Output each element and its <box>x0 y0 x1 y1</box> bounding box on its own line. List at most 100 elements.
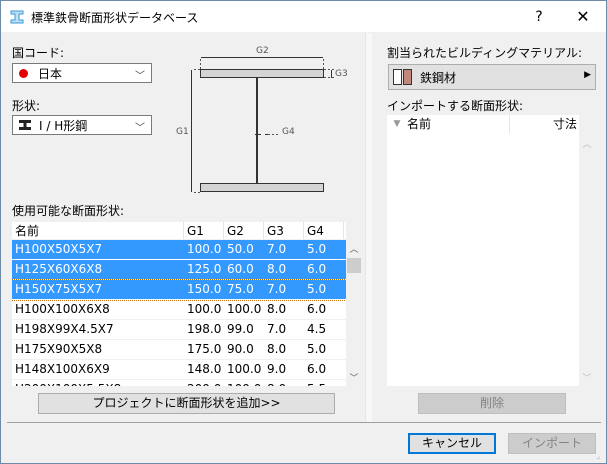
window-title: 標準鉄骨断面形状データベース <box>31 11 199 25</box>
import-sections-list: ▼ 名前 寸法 <box>387 115 579 386</box>
table-cell: H100X100X6X8 <box>15 302 110 316</box>
shape-value: I / H形鋼 <box>39 118 88 133</box>
material-label: 割当られたビルディングマテリアル: <box>387 46 583 60</box>
table-cell: 8.0 <box>267 302 287 316</box>
country-label: 国コード: <box>12 46 65 60</box>
table-cell: 100.0 <box>187 242 222 256</box>
table-row[interactable]: H200X100X5.5X8200.0100.08.05.5 <box>12 380 346 386</box>
scroll-thumb[interactable] <box>347 258 361 273</box>
table-cell: 100.0 <box>227 302 262 316</box>
import-button[interactable]: インポート <box>508 433 596 454</box>
add-to-project-button[interactable]: プロジェクトに断面形状を追加>> <box>38 393 335 414</box>
chevron-down-icon: ﹀ <box>135 123 145 134</box>
column-header[interactable]: G2 <box>224 222 264 239</box>
table-cell: 7.0 <box>267 282 287 296</box>
table-row[interactable]: H148X100X6X9 148.0 100.0 9.0 6.0 <box>12 360 346 380</box>
table-cell: H148X100X6X9 <box>15 362 110 376</box>
g3-label: G3 <box>335 69 348 79</box>
import-list-scrollbar[interactable]: ︿ ﹀ <box>579 133 595 386</box>
table-cell: H150X75X5X7 <box>15 282 103 296</box>
delete-button[interactable]: 削除 <box>418 393 566 414</box>
title-bar: 標準鉄骨断面形状データベース ? ✕ <box>1 1 606 32</box>
table-cell: 148.0 <box>187 362 222 376</box>
table-scrollbar[interactable]: ︿ ﹀ <box>346 240 362 386</box>
table-cell: H200X100X5.5X8 <box>12 380 184 386</box>
close-button[interactable]: ✕ <box>569 5 597 29</box>
chevron-down-icon: ﹀ <box>135 71 145 82</box>
resize-grip-icon[interactable]: ⣠ <box>596 453 600 460</box>
column-header[interactable]: 名前 <box>12 222 184 239</box>
shape-label: 形状: <box>12 99 41 113</box>
table-cell: 6.0 <box>307 302 327 316</box>
table-cell: 99.0 <box>227 322 254 336</box>
column-header[interactable]: G1 <box>184 222 224 239</box>
available-sections-table: 名前 G1 G2 G3 G4 H100X50X5X7 100.0 50.0 7.0 5.… <box>12 222 346 386</box>
table-row[interactable]: H100X100X6X8 100.0 100.0 8.0 6.0 <box>12 300 346 320</box>
table-cell: 90.0 <box>227 342 254 356</box>
g1-label: G1 <box>176 127 189 137</box>
table-row[interactable]: H100X50X5X7 100.0 50.0 7.0 5.0 <box>12 240 346 260</box>
table-cell: 5.5 <box>304 380 344 386</box>
section-diagram: G2 G3 G1 G4 <box>176 46 348 193</box>
table-cell: 100.0 <box>187 302 222 316</box>
table-row[interactable]: H125X60X6X8 125.0 60.0 8.0 6.0 <box>12 260 346 280</box>
table-cell: 175.0 <box>187 342 222 356</box>
column-header[interactable]: G3 <box>264 222 304 239</box>
table-cell: 9.0 <box>267 362 287 376</box>
table-cell: 7.0 <box>267 322 287 336</box>
table-cell: 7.0 <box>267 242 287 256</box>
table-cell: H175X90X5X8 <box>15 342 103 356</box>
material-picker[interactable]: 鉄鋼材 ▶ <box>388 64 596 90</box>
table-row[interactable]: H175X90X5X8 175.0 90.0 8.0 5.0 <box>12 340 346 360</box>
i-beam-icon <box>10 10 24 24</box>
dialog-window: 標準鉄骨断面形状データベース ? ✕ 国コード: 日本 ﹀ 形状: I / H形… <box>0 0 607 464</box>
column-header[interactable]: 寸法 <box>510 115 579 133</box>
table-header: 名前 G1 G2 G3 G4 <box>12 222 346 240</box>
table-row[interactable]: H150X75X5X7 150.0 75.0 7.0 5.0 <box>12 279 346 301</box>
flag-icon <box>19 68 28 78</box>
table-cell: 50.0 <box>227 242 254 256</box>
table-cell: 75.0 <box>227 282 254 296</box>
table-cell: 150.0 <box>187 282 222 296</box>
country-value: 日本 <box>38 66 63 81</box>
cancel-button[interactable]: キャンセル <box>408 433 496 454</box>
table-cell: 6.0 <box>307 262 327 276</box>
scroll-down-icon[interactable]: ﹀ <box>346 371 362 384</box>
table-cell: 5.0 <box>307 282 327 296</box>
material-swatch-icon <box>393 69 402 85</box>
scroll-up-icon[interactable]: ︿ <box>579 137 595 150</box>
table-cell: 4.5 <box>307 322 327 336</box>
table-cell: H100X50X5X7 <box>15 242 103 256</box>
table-cell: 100.0 <box>224 380 264 386</box>
table-cell: 8.0 <box>267 342 287 356</box>
table-cell: 5.0 <box>307 342 327 356</box>
country-dropdown[interactable]: 日本 ﹀ <box>12 63 152 83</box>
scroll-down-icon[interactable]: ﹀ <box>579 371 595 384</box>
available-label: 使用可能な断面形状: <box>12 204 125 218</box>
table-cell: H125X60X6X8 <box>15 262 103 276</box>
triangle-right-icon: ▶ <box>584 70 591 80</box>
table-cell: 198.0 <box>187 322 222 336</box>
table-cell: 100.0 <box>227 362 262 376</box>
column-header[interactable]: G4 <box>304 222 344 239</box>
table-cell: 5.0 <box>307 242 327 256</box>
table-cell: 60.0 <box>227 262 254 276</box>
panel-divider <box>365 33 372 422</box>
help-button[interactable]: ? <box>525 5 553 29</box>
material-value: 鉄鋼材 <box>420 70 457 85</box>
table-cell: 6.0 <box>307 362 327 376</box>
separator <box>7 422 601 423</box>
g2-label: G2 <box>256 46 269 56</box>
table-cell: H198X99X4.5X7 <box>15 322 114 336</box>
table-cell: 125.0 <box>187 262 222 276</box>
material-color-swatch <box>403 69 412 85</box>
table-row[interactable]: H198X99X4.5X7 198.0 99.0 7.0 4.5 <box>12 320 346 340</box>
table-cell: 8.0 <box>264 380 304 386</box>
scroll-up-icon[interactable]: ︿ <box>346 242 362 255</box>
table-cell: 8.0 <box>267 262 287 276</box>
shape-dropdown[interactable]: I / H形鋼 ﹀ <box>12 115 152 135</box>
sort-triangle-icon: ▼ <box>393 119 401 129</box>
column-header[interactable]: 名前 <box>407 115 510 133</box>
i-beam-icon <box>19 120 31 130</box>
g4-label: G4 <box>282 127 295 137</box>
